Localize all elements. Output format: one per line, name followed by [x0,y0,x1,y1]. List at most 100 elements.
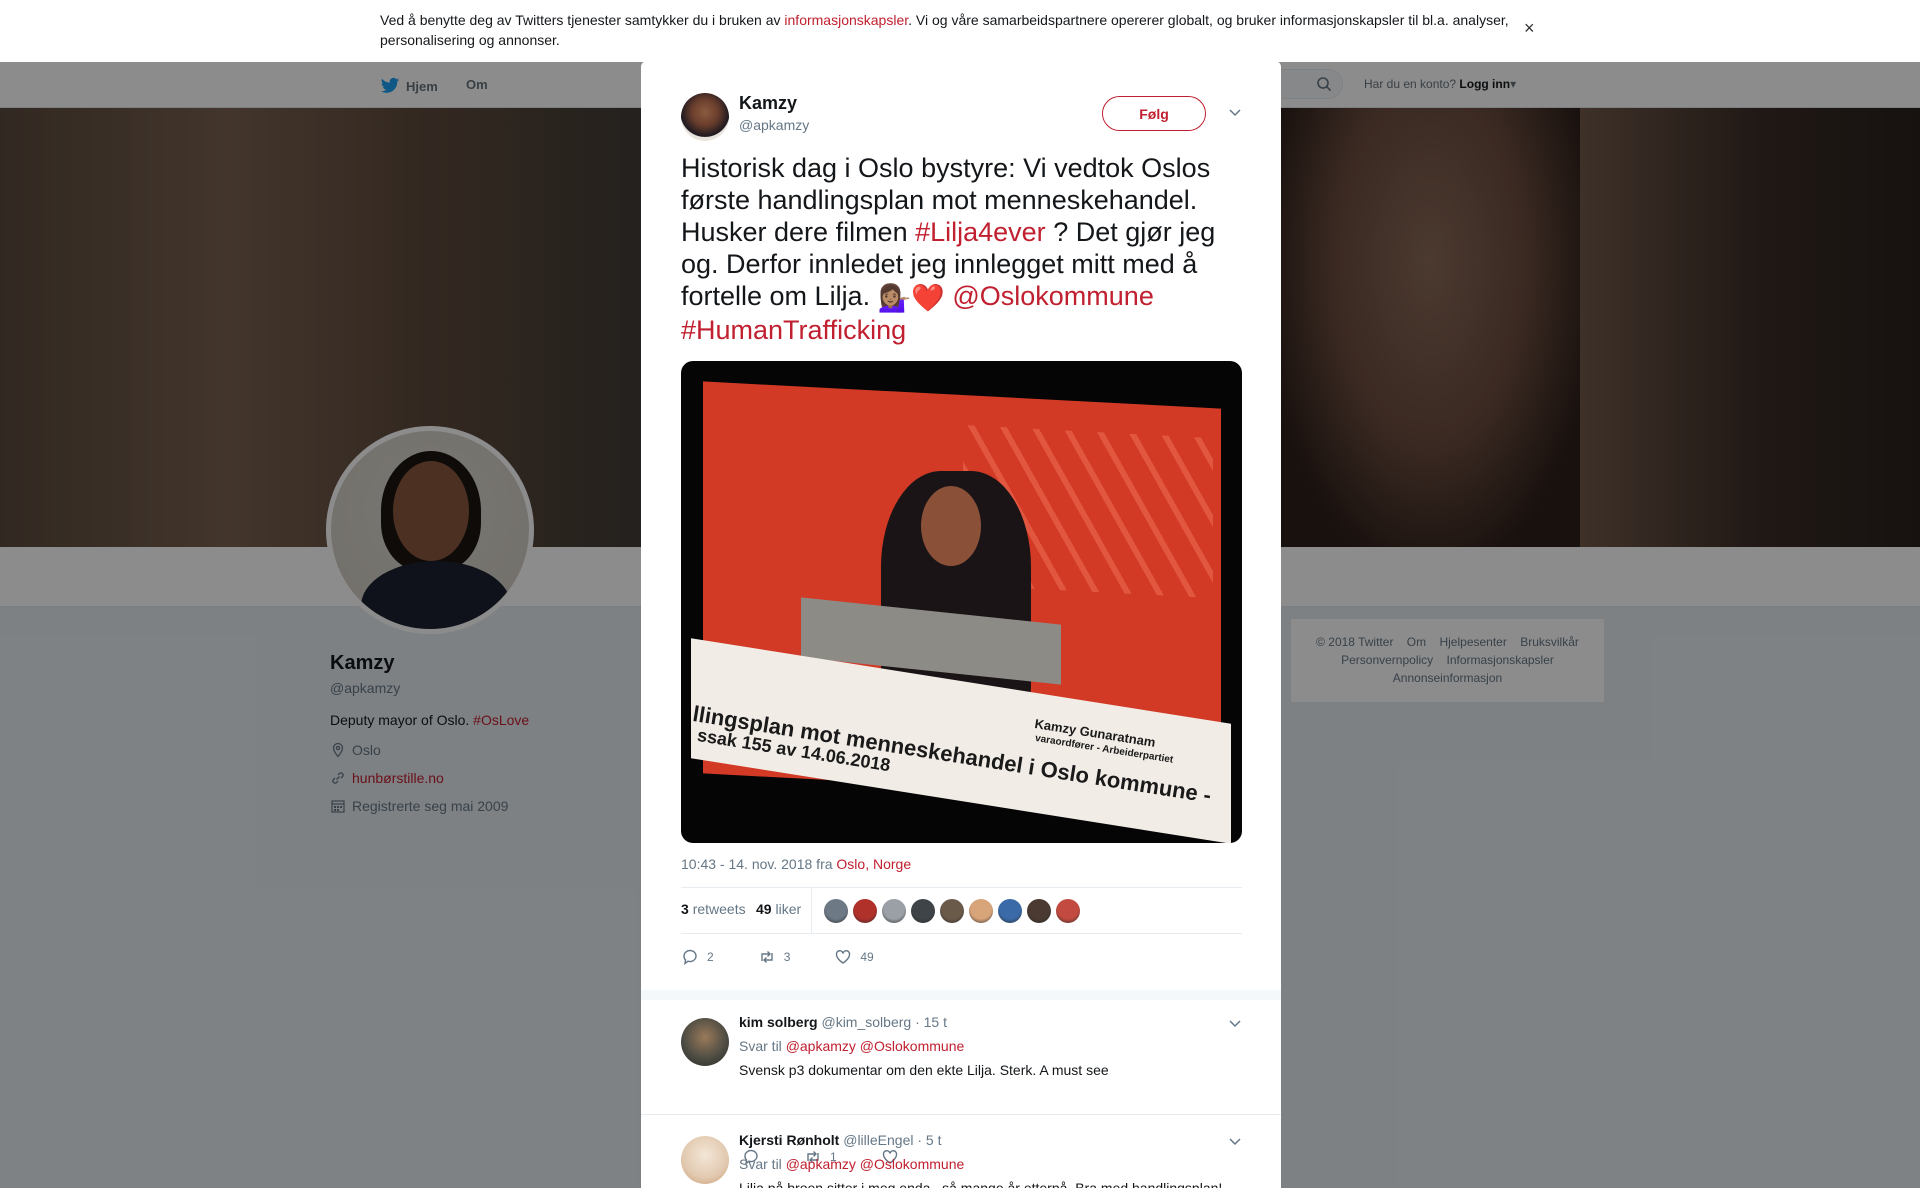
like-action[interactable]: 49 [834,948,874,966]
liker-avatar[interactable] [911,899,935,923]
reply-text: Lilja på broen sitter i meg enda.. så ma… [739,1180,1223,1188]
reply-action[interactable]: 2 [681,948,714,966]
bio-hashtag[interactable]: #OsLove [473,712,529,728]
likes-stat[interactable]: 49 liker [756,901,801,917]
cookie-banner: Ved å benytte deg av Twitters tjenester … [0,0,1920,62]
liker-avatar[interactable] [940,899,964,923]
reply-author-name[interactable]: kim solberg [739,1014,818,1030]
tweet-author-avatar[interactable] [681,93,729,141]
nav-home-label: Hjem [406,78,438,94]
cookie-link[interactable]: informasjonskapsler [784,12,908,28]
reply-to-label: Svar til [739,1156,786,1172]
liker-avatar[interactable] [1027,899,1051,923]
reply-to-mentions[interactable]: @apkamzy @Oslokommune [786,1156,965,1172]
retweets-stat[interactable]: 3 retweets [681,901,746,917]
cookie-close-button[interactable]: × [1524,18,1535,39]
tweet-timestamp: 10:43 - 14. nov. 2018 fra Oslo, Norge [681,856,911,872]
tweet-video[interactable]: llingsplan mot menneskehandel i Oslo kom… [681,361,1242,843]
reply-to-line: Svar til @apkamzy @Oslokommune [739,1038,964,1054]
profile-joined: Registrerte seg mai 2009 [330,798,508,814]
chevron-down-icon: ▾ [1510,77,1517,91]
profile-location: Oslo [330,742,381,758]
video-speaker-face [921,486,981,566]
tweet-time: 10:43 - 14. nov. 2018 fra [681,856,837,872]
close-icon[interactable] [1872,12,1900,40]
profile-avatar[interactable] [326,426,534,634]
likes-label: liker [775,901,802,917]
footer-copyright: © 2018 Twitter [1316,635,1394,649]
section-separator [641,990,1281,1000]
tweet-modal: Kamzy @apkamzy Følg Historisk dag i Oslo… [641,61,1281,1188]
tweet-place-link[interactable]: Oslo, Norge [836,856,911,872]
reply-author-handle[interactable]: @kim_solberg [821,1014,911,1030]
footer-links: © 2018 Twitter Om Hjelpesenter Bruksvilk… [1291,619,1604,702]
tweet-author-handle[interactable]: @apkamzy [739,117,809,133]
avatar-face [393,461,469,561]
joined-text: Registrerte seg mai 2009 [352,798,509,814]
hashtag-lilja4ever[interactable]: #Lilja4ever [915,217,1046,247]
liker-avatar[interactable] [882,899,906,923]
profile-name[interactable]: Kamzy [330,652,394,675]
reply-divider [641,1114,1281,1115]
chevron-down-icon[interactable] [1228,105,1242,119]
reply-icon [683,949,697,966]
liker-avatar[interactable] [824,899,848,923]
tweet-stats: 3 retweets 49 liker [681,887,1242,934]
profile-website: hunbørstille.no [330,770,444,786]
reply-count: 2 [707,950,714,964]
location-pin-icon [332,742,344,758]
retweet-icon [760,951,773,963]
avatar-body [361,561,511,629]
login-link[interactable]: Logg inn [1459,77,1510,91]
profile-handle[interactable]: @apkamzy [330,680,400,696]
liker-avatar[interactable] [969,899,993,923]
tweet-author-name[interactable]: Kamzy [739,93,797,114]
footer-link-cookies[interactable]: Informasjonskapsler [1447,653,1554,667]
footer-link-ads[interactable]: Annonseinformasjon [1393,671,1502,685]
reply-tweet[interactable]: Kjersti Rønholt @lilleEngel · 5 t Svar t… [641,1124,1281,1188]
bio-text: Deputy mayor of Oslo. [330,712,474,728]
liker-avatar[interactable] [1056,899,1080,923]
location-text: Oslo [352,742,381,758]
liker-avatars [824,899,1080,923]
retweet-action[interactable]: 3 [758,948,791,966]
reply-time[interactable]: · 5 t [917,1132,941,1148]
search-icon[interactable] [1316,76,1332,92]
stats-divider [811,888,812,934]
nav-home[interactable]: Hjem [380,77,438,95]
cookie-text-before: Ved å benytte deg av Twitters tjenester … [380,12,785,28]
hashtag-humantrafficking[interactable]: #HumanTrafficking [681,315,906,345]
mention-oslokommune[interactable]: @Oslokommune [952,281,1153,311]
nav-about[interactable]: Om [466,77,488,92]
like-count: 49 [860,950,874,964]
footer-link-privacy[interactable]: Personvernpolicy [1341,653,1433,667]
reply-author-name[interactable]: Kjersti Rønholt [739,1132,839,1148]
website-link[interactable]: hunbørstille.no [352,770,444,786]
calendar-icon [331,800,345,813]
reply-to-line: Svar til @apkamzy @Oslokommune [739,1156,964,1172]
chevron-down-icon[interactable] [1228,1016,1242,1030]
reply-author-handle[interactable]: @lilleEngel [843,1132,913,1148]
reply-avatar[interactable] [681,1018,729,1066]
cookie-text: Ved å benytte deg av Twitters tjenester … [380,10,1520,50]
nav-about-label: Om [466,77,488,92]
reply-to-mentions[interactable]: @apkamzy @Oslokommune [786,1038,965,1054]
retweets-label: retweets [692,901,746,917]
reply-avatar[interactable] [681,1136,729,1184]
profile-bio: Deputy mayor of Oslo. #OsLove [330,712,529,728]
login-prompt: Har du en konto? [1364,77,1457,91]
follow-button[interactable]: Følg [1102,96,1206,131]
footer-link-about[interactable]: Om [1407,635,1426,649]
link-icon [332,772,344,784]
login-area: Har du en konto? Logg inn▾ [1364,77,1516,91]
heart-icon [836,950,851,964]
reply-text: Svensk p3 dokumentar om den ekte Lilja. … [739,1062,1109,1078]
footer-link-help[interactable]: Hjelpesenter [1439,635,1506,649]
liker-avatar[interactable] [998,899,1022,923]
reply-time[interactable]: · 15 t [915,1014,947,1030]
footer-link-terms[interactable]: Bruksvilkår [1520,635,1579,649]
likes-count: 49 [756,901,772,917]
liker-avatar[interactable] [853,899,877,923]
retweet-count: 3 [783,950,791,964]
chevron-down-icon[interactable] [1228,1134,1242,1148]
